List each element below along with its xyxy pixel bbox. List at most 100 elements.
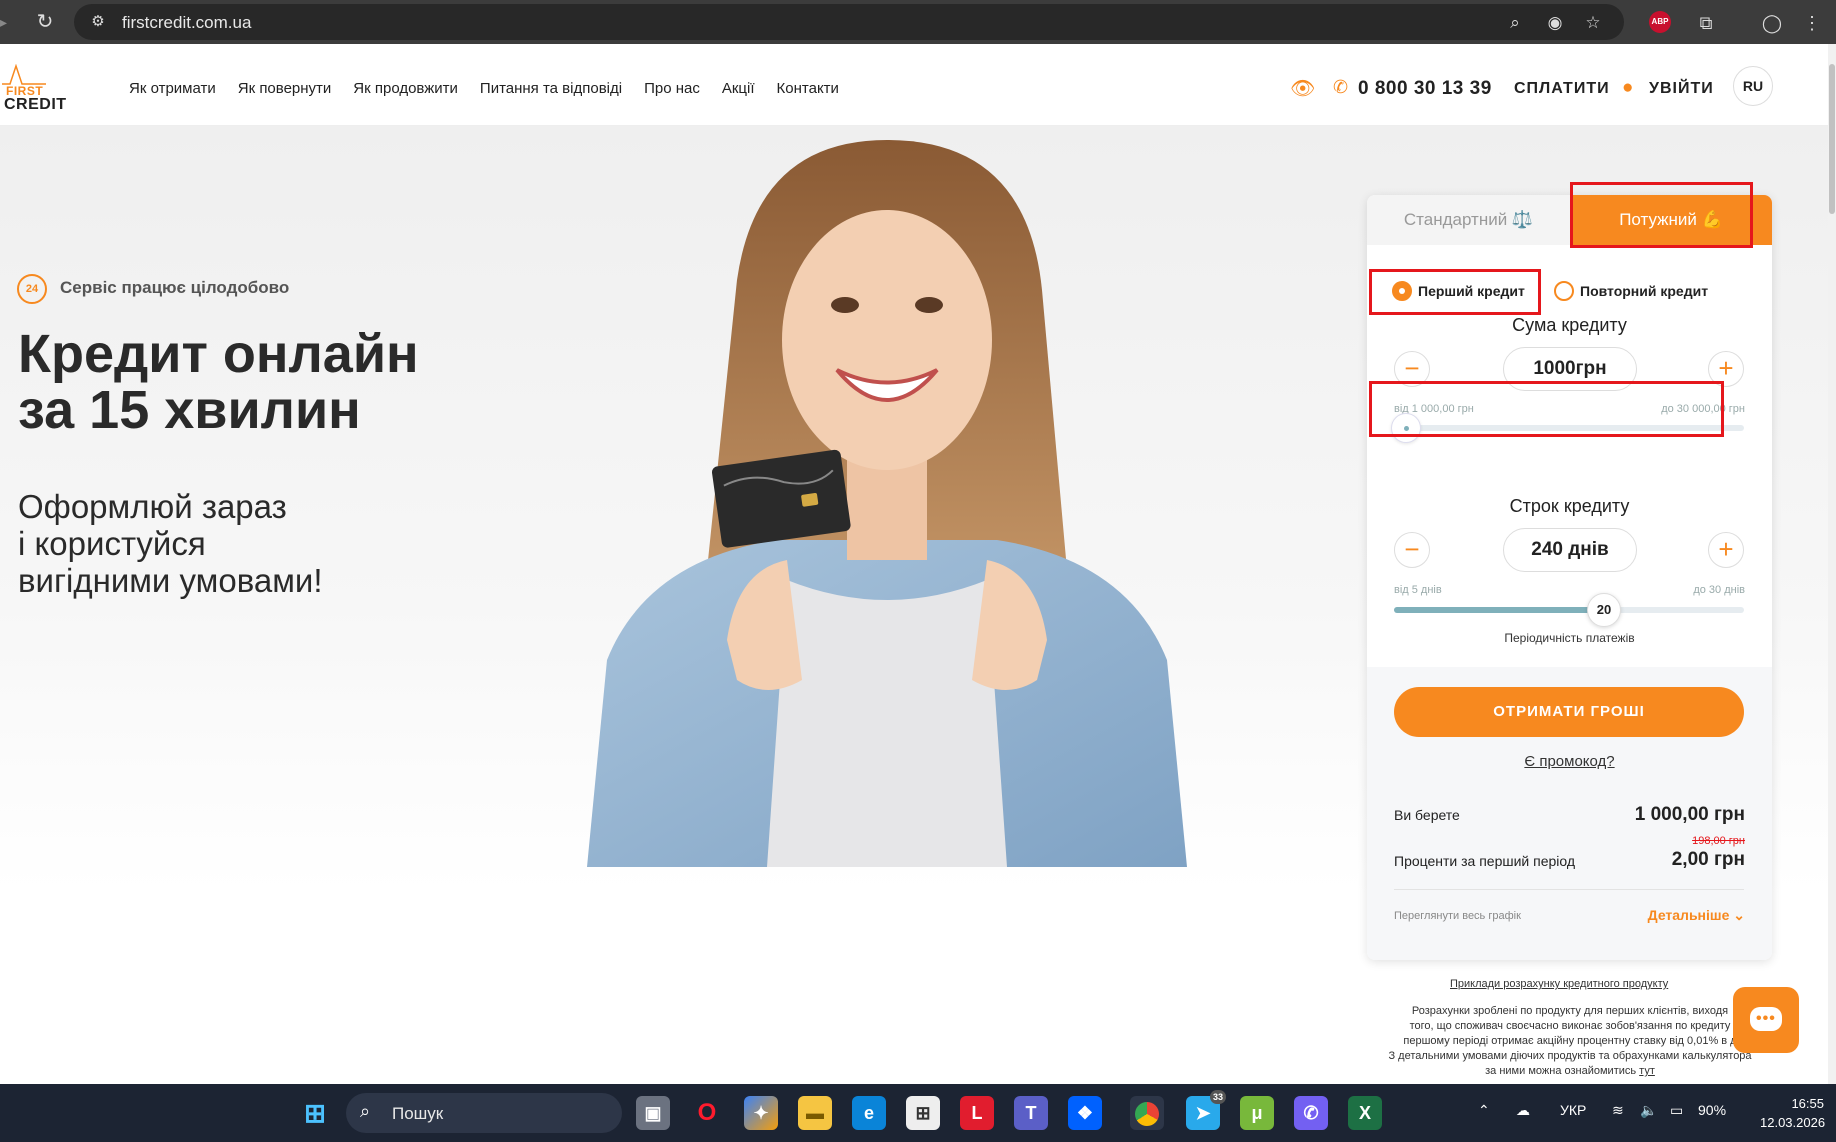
radio-unselected-icon[interactable]	[1554, 281, 1574, 301]
term-value[interactable]: 240 днів	[1503, 528, 1637, 572]
system-clock[interactable]: 16:55 12.03.2026	[1760, 1094, 1826, 1132]
details-label: Детальніше	[1647, 907, 1730, 923]
bookmark-star-icon[interactable]: ☆	[1582, 12, 1604, 34]
headline-line: Кредит онлайн	[18, 324, 419, 384]
extensions-icon[interactable]: ⧉	[1694, 11, 1718, 35]
adblock-extension-icon[interactable]: ABP	[1649, 11, 1671, 33]
disclaimer-text-line: за ними можна ознайомитись	[1485, 1065, 1637, 1077]
disclaimer-line: Розрахунки зроблені по продукту для перш…	[1411, 1005, 1729, 1017]
battery-icon[interactable]: ▭	[1670, 1102, 1683, 1119]
accessibility-eye-icon[interactable]: 👁	[1290, 76, 1315, 101]
taskbar-search[interactable]: ⌕ Пошук	[346, 1093, 622, 1133]
dropbox-icon[interactable]: ❖	[1068, 1096, 1102, 1130]
you-take-label: Ви берете	[1394, 807, 1460, 823]
radio-label: Повторний кредит	[1580, 283, 1709, 299]
profile-icon[interactable]: ◯	[1760, 11, 1784, 35]
subtitle-line: вигідними умовами!	[18, 562, 323, 599]
opera-icon[interactable]: O	[690, 1096, 724, 1130]
menu-dots-icon[interactable]: ⋮	[1800, 11, 1824, 35]
store-icon[interactable]: ⊞	[906, 1096, 940, 1130]
term-slider-track[interactable]	[1394, 607, 1744, 613]
page-scrollbar[interactable]	[1828, 44, 1836, 1084]
zoom-icon[interactable]: ⌕	[1504, 12, 1526, 34]
term-slider-handle[interactable]: 20	[1587, 593, 1621, 627]
language-switch[interactable]: RU	[1733, 66, 1773, 106]
calculator-summary: ОТРИМАТИ ГРОШІ Є промокод? Ви берете 1 0…	[1367, 667, 1772, 960]
viber-icon[interactable]: ✆	[1294, 1096, 1328, 1130]
headline-line: за 15 хвилин	[18, 380, 361, 440]
disclaimer-line: З детальними умовами діючих продуктів та…	[1388, 1050, 1752, 1062]
payment-period-label: Періодичність платежів	[1504, 631, 1635, 645]
task-view-icon[interactable]: ▣	[636, 1096, 670, 1130]
here-link[interactable]: тут	[1639, 1065, 1655, 1077]
nav-item[interactable]: Як отримати	[129, 80, 216, 97]
windows-taskbar: ⊞ ⌕ Пошук ▣ O ✦ ▬ e ⊞ L T ❖ ➤ 33 μ ✆ X ⌃ …	[0, 1084, 1836, 1142]
interest-old-value: 198,00 грн	[1692, 835, 1745, 847]
tray-chevron-icon[interactable]: ⌃	[1478, 1102, 1490, 1119]
reload-icon[interactable]: ↻	[33, 10, 57, 34]
login-link[interactable]: УВІЙТИ	[1649, 80, 1714, 98]
volume-icon[interactable]: 🔈	[1640, 1102, 1657, 1119]
interest-label: Проценти за перший період	[1394, 853, 1576, 869]
disclaimer-line: першому періоді отримає акційну процентн…	[1403, 1035, 1737, 1047]
pay-link[interactable]: СПЛАТИТИ	[1514, 80, 1610, 98]
term-min-label: від 5 днів	[1394, 584, 1442, 596]
main-nav: Як отримати Як повернути Як продовжити П…	[129, 80, 861, 97]
term-minus-button[interactable]: −	[1394, 532, 1430, 568]
address-bar[interactable]: ⚙ firstcredit.com.ua ⌕ ◉ ☆	[74, 4, 1624, 40]
windows-start-icon[interactable]: ⊞	[298, 1096, 332, 1130]
nav-item[interactable]: Як повернути	[238, 80, 332, 97]
tab-standard[interactable]: Стандартний ⚖️	[1367, 195, 1570, 245]
phone-number[interactable]: 0 800 30 13 39	[1358, 78, 1492, 100]
examples-link[interactable]: Приклади розрахунку кредитного продукту	[1450, 978, 1668, 990]
hero-headline: Кредит онлайн за 15 хвилин	[18, 326, 498, 438]
term-label: Строк кредиту	[1509, 496, 1630, 516]
nav-item[interactable]: Про нас	[644, 80, 700, 97]
amount-label: Сума кредиту	[1512, 315, 1627, 335]
onedrive-icon[interactable]: ☁	[1516, 1102, 1530, 1119]
copilot-icon[interactable]: ✦	[744, 1096, 778, 1130]
annotation-highlight-slider	[1369, 381, 1724, 437]
browser-toolbar: ▸ ↻ ⚙ firstcredit.com.ua ⌕ ◉ ☆ ABP ⧉ ◯ ⋮	[0, 0, 1836, 44]
chat-button[interactable]: •••	[1733, 987, 1799, 1053]
nav-item[interactable]: Контакти	[777, 80, 839, 97]
chevron-down-icon: ⌄	[1733, 907, 1745, 923]
radio-repeat-credit[interactable]: Повторний кредит	[1554, 281, 1708, 301]
annotation-highlight-radio	[1369, 269, 1541, 315]
site-header: FIRST CREDIT Як отримати Як повернути Як…	[0, 44, 1828, 126]
scrollbar-thumb[interactable]	[1829, 64, 1835, 214]
l-app-icon[interactable]: L	[960, 1096, 994, 1130]
site-settings-icon[interactable]: ⚙	[88, 12, 108, 32]
nav-item[interactable]: Акції	[722, 80, 755, 97]
file-explorer-icon[interactable]: ▬	[798, 1096, 832, 1130]
disclaimer-line: того, що споживач своєчасно виконає зобо…	[1409, 1020, 1731, 1032]
schedule-link[interactable]: Переглянути весь графік	[1394, 910, 1521, 922]
logo-peak-icon	[2, 64, 46, 85]
nav-item[interactable]: Як продовжити	[353, 80, 458, 97]
hero-subtitle: Оформлюй зараз і користуйся вигідними ум…	[18, 488, 438, 599]
annotation-highlight-tab	[1570, 182, 1753, 248]
teams-icon[interactable]: T	[1014, 1096, 1048, 1130]
eye-slash-icon[interactable]: ◉	[1544, 12, 1566, 34]
get-money-button[interactable]: ОТРИМАТИ ГРОШІ	[1394, 687, 1744, 737]
battery-percent: 90%	[1698, 1102, 1727, 1118]
telegram-badge: 33	[1209, 1090, 1226, 1104]
service-text: Сервіс працює цілодобово	[60, 278, 290, 297]
term-plus-button[interactable]: +	[1708, 532, 1744, 568]
utorrent-icon[interactable]: μ	[1240, 1096, 1274, 1130]
url-text[interactable]: firstcredit.com.ua	[122, 13, 251, 33]
wifi-icon[interactable]: ≋	[1612, 1102, 1624, 1119]
back-arrow-icon[interactable]: ▸	[0, 14, 7, 31]
excel-icon[interactable]: X	[1348, 1096, 1382, 1130]
telegram-icon[interactable]: ➤ 33	[1186, 1090, 1226, 1130]
edge-icon[interactable]: e	[852, 1096, 886, 1130]
divider	[1394, 889, 1744, 890]
logo[interactable]: FIRST CREDIT	[2, 64, 72, 113]
phone-icon: ✆	[1333, 77, 1349, 97]
keyboard-language[interactable]: УКР	[1560, 1102, 1586, 1118]
details-link[interactable]: Детальніше ⌄	[1648, 907, 1745, 924]
nav-item[interactable]: Питання та відповіді	[480, 80, 622, 97]
date: 12.03.2026	[1760, 1115, 1826, 1130]
promo-code-link[interactable]: Є промокод?	[1367, 753, 1772, 770]
chrome-icon[interactable]	[1130, 1096, 1164, 1130]
